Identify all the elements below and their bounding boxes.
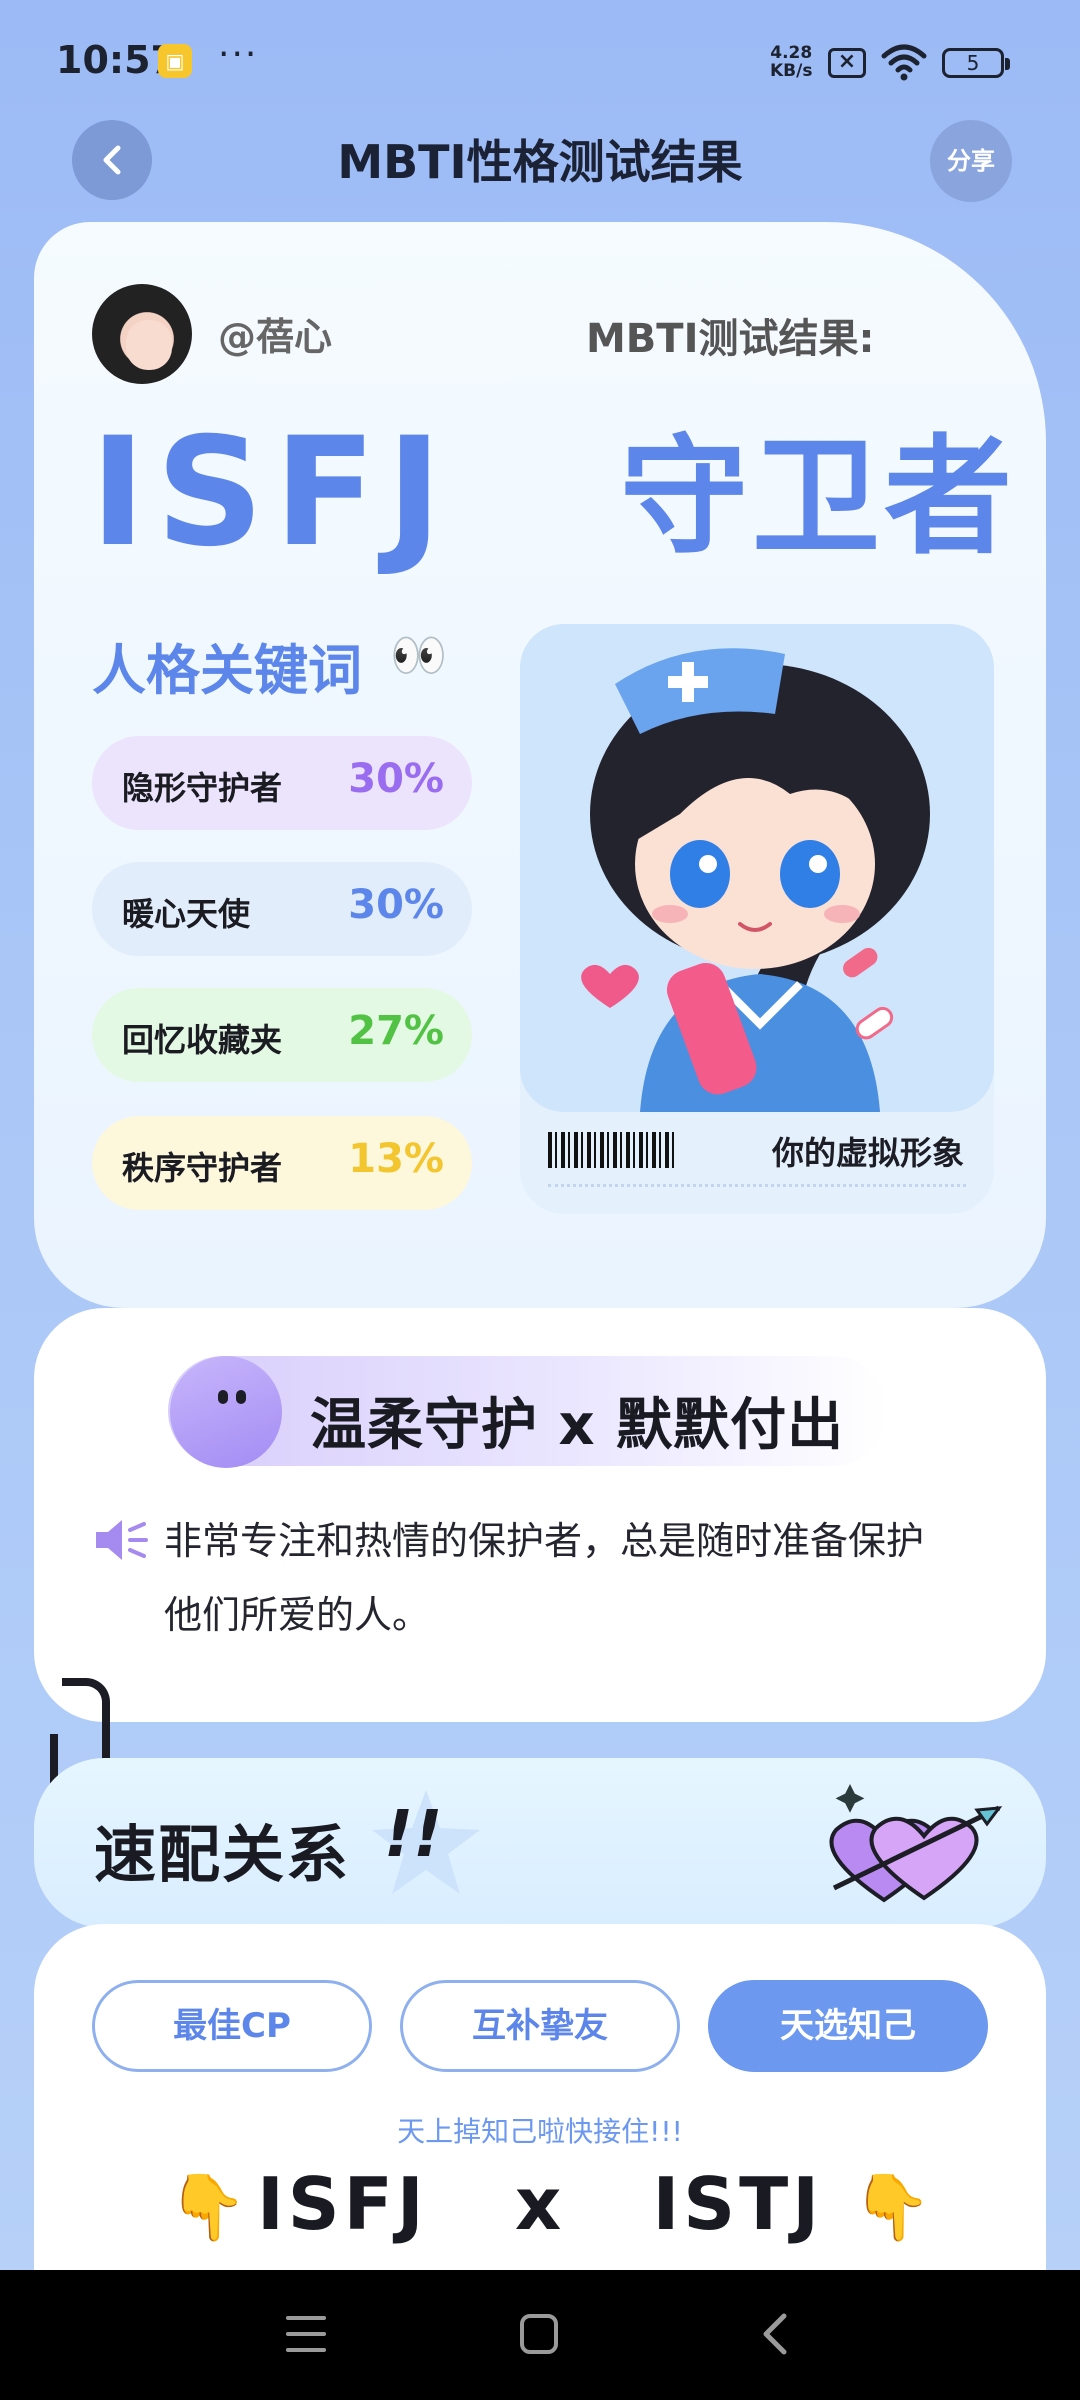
pointing-down-icon: 👇 bbox=[167, 2171, 252, 2245]
keyword-item: 回忆收藏夹 27% bbox=[92, 988, 472, 1082]
match-card: 最佳CP 互补挚友 天选知己 天上掉知己啦快接住!!! 👇 ISFJ x IST… bbox=[34, 1924, 1046, 2284]
keyword-name: 隐形守护者 bbox=[122, 769, 283, 807]
no-sim-icon: × bbox=[828, 48, 866, 78]
description-line: 非常专注和热情的保护者，总是随时准备保护 bbox=[164, 1519, 925, 1563]
battery-icon: 5 bbox=[942, 48, 1010, 78]
match-title: 速配关系 bbox=[94, 1818, 351, 1891]
result-label: MBTI测试结果: bbox=[586, 316, 875, 362]
avatar-caption: 你的虚拟形象 bbox=[771, 1134, 964, 1172]
tab-soulmate[interactable]: 天选知己 bbox=[708, 1980, 988, 2072]
back-icon[interactable] bbox=[756, 2310, 796, 2358]
username: @蓓心 bbox=[218, 315, 333, 359]
status-bar: 10:57 ▣ ··· 4.28 KB/s × 5 bbox=[0, 0, 1080, 120]
wifi-icon bbox=[881, 44, 927, 81]
mbti-type: ISFJ bbox=[90, 406, 453, 580]
pair-left-type: ISFJ bbox=[256, 2162, 428, 2246]
network-speed-unit: KB/s bbox=[770, 61, 813, 81]
description-line: 他们所爱的人。 bbox=[164, 1593, 431, 1637]
match-pair: 👇 ISFJ x ISTJ 👇 bbox=[34, 2162, 1046, 2246]
keyword-percent: 30% bbox=[348, 756, 444, 802]
keyword-percent: 27% bbox=[348, 1008, 444, 1054]
result-card: @蓓心 MBTI测试结果: ISFJ 守卫者 人格关键词 👀 隐形守护者 30%… bbox=[34, 222, 1046, 1308]
match-caption: 天上掉知己啦快接住!!! bbox=[397, 2115, 683, 2148]
keywords-title: 人格关键词 bbox=[92, 639, 362, 702]
match-exclamation: !! bbox=[384, 1798, 443, 1872]
pair-x: x bbox=[514, 2162, 566, 2246]
motto-card: 温柔守护 x 默默付出 非常专注和热情的保护者，总是随时准备保护 他们所爱的人。 bbox=[34, 1308, 1046, 1722]
network-speed-value: 4.28 bbox=[770, 43, 813, 63]
app-notification-icon: ▣ bbox=[158, 44, 192, 78]
hearts-arrow-icon bbox=[829, 1784, 1003, 1903]
keyword-name: 秩序守护者 bbox=[122, 1149, 283, 1187]
tab-best-cp[interactable]: 最佳CP bbox=[92, 1980, 372, 2072]
keyword-percent: 30% bbox=[348, 882, 444, 928]
network-speed: 4.28 KB/s bbox=[770, 44, 812, 80]
keyword-item: 秩序守护者 13% bbox=[92, 1116, 472, 1210]
share-button[interactable]: 分享 bbox=[930, 120, 1012, 202]
page-title: MBTI性格测试结果 bbox=[337, 135, 743, 189]
keyword-item: 暖心天使 30% bbox=[92, 862, 472, 956]
personality-description: 非常专注和热情的保护者，总是随时准备保护 他们所爱的人。 bbox=[164, 1504, 1024, 1652]
ghost-face-icon bbox=[170, 1356, 282, 1468]
keyword-item: 隐形守护者 30% bbox=[92, 736, 472, 830]
virtual-avatar-card[interactable]: 你的虚拟形象 bbox=[520, 624, 994, 1214]
user-avatar[interactable] bbox=[92, 284, 192, 384]
pointing-down-icon: 👇 bbox=[852, 2171, 936, 2245]
home-icon[interactable] bbox=[520, 2314, 558, 2354]
keyword-name: 回忆收藏夹 bbox=[122, 1021, 283, 1059]
match-header-card: 速配关系 !! bbox=[34, 1758, 1046, 1928]
pair-right-type: ISTJ bbox=[652, 2162, 824, 2246]
more-notifications-icon: ··· bbox=[218, 34, 259, 75]
speaker-icon[interactable] bbox=[94, 1518, 150, 1562]
nurse-character-illustration bbox=[520, 624, 994, 1112]
keyword-percent: 13% bbox=[348, 1136, 444, 1182]
mbti-name: 守卫者 bbox=[620, 423, 1017, 572]
eyes-emoji: 👀 bbox=[390, 628, 448, 682]
divider bbox=[548, 1184, 966, 1187]
menu-icon[interactable] bbox=[286, 2316, 326, 2352]
tab-complementary-friend[interactable]: 互补挚友 bbox=[400, 1980, 680, 2072]
motto-text: 温柔守护 x 默默付出 bbox=[310, 1393, 845, 1458]
keyword-name: 暖心天使 bbox=[122, 895, 251, 933]
system-nav-bar bbox=[0, 2270, 1080, 2400]
barcode bbox=[548, 1132, 674, 1168]
